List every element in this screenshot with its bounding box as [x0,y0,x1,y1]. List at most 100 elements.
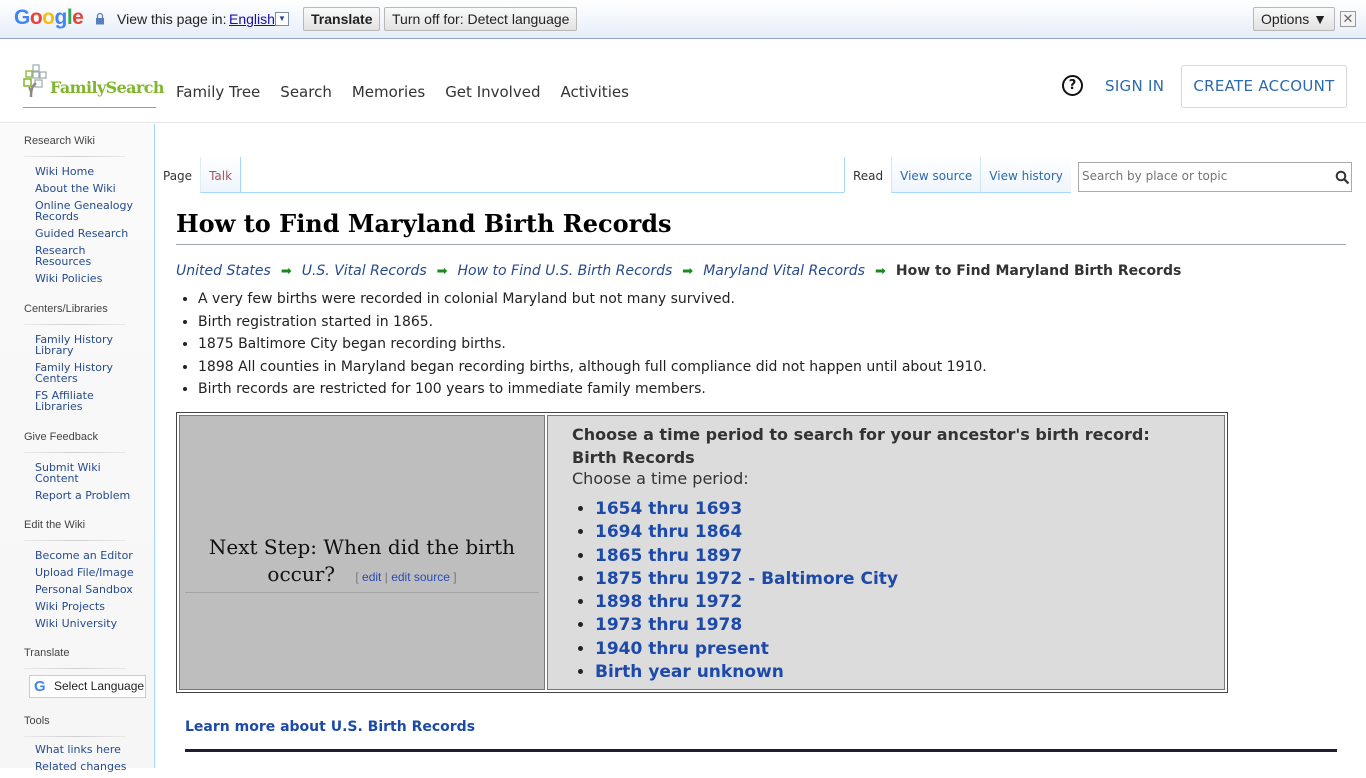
tab-view-history[interactable]: View history [980,157,1071,193]
tab-talk[interactable]: Talk [200,157,242,193]
sidebar-link[interactable]: Family History Centers [35,361,113,385]
familysearch-logo[interactable]: FamilySearch [23,62,165,108]
sidebar-link[interactable]: Wiki University [35,617,117,630]
sidebar-item[interactable]: Upload File/Image [35,567,145,578]
sidebar-item[interactable]: Family History Library [35,334,120,356]
learn-more-link[interactable]: Learn more about U.S. Birth Records [185,719,475,735]
sidebar-link[interactable]: What links here [35,743,121,756]
birth-records-heading: Birth Records [572,448,695,467]
nav-family-tree[interactable]: Family Tree [176,83,260,101]
logo-text: FamilySearch [50,78,165,97]
sidebar-item[interactable]: Online Genealogy Records [35,200,145,222]
turn-off-button[interactable]: Turn off for: Detect language [384,7,578,31]
list-item: 1875 thru 1972 - Baltimore City [595,568,898,591]
sidebar-link[interactable]: Related changes [35,760,127,773]
search-input[interactable] [1082,169,1322,183]
breadcrumb-link[interactable]: U.S. Vital Records [302,263,427,279]
sidebar-heading-centers: Centers/Libraries [24,303,108,315]
divider [185,749,1337,752]
period-link[interactable]: 1875 thru 1972 - Baltimore City [595,569,898,589]
tree-icon [23,64,47,98]
view-tabs: Read View source View history [844,157,1071,193]
tab-page[interactable]: Page [155,157,201,193]
period-link[interactable]: 1898 thru 1972 [595,592,742,612]
sidebar-item[interactable]: Become an Editor [35,550,145,561]
main-nav: Family Tree Search Memories Get Involved… [176,83,629,101]
time-period-cell: Choose a time period to search for your … [547,415,1225,690]
sidebar-link[interactable]: Personal Sandbox [35,583,133,596]
sidebar-item[interactable]: Wiki Home [35,166,145,177]
sidebar-link[interactable]: Wiki Policies [35,272,102,285]
list-item: 1654 thru 1693 [595,498,898,521]
arrow-right-icon: ➡ [280,263,292,279]
breadcrumb-current: How to Find Maryland Birth Records [895,263,1182,279]
sidebar-link[interactable]: Family History Library [35,333,113,357]
sidebar-link[interactable]: Research Resources [35,244,91,268]
list-item: 1898 All counties in Maryland began reco… [198,356,987,379]
sidebar-link[interactable]: Submit Wiki Content [35,461,101,485]
divider [24,540,126,541]
sidebar-link[interactable]: Online Genealogy Records [35,199,133,223]
select-language-dropdown[interactable]: G Select Language [29,675,146,698]
edit-section-links: [ edit | edit source ] [355,570,457,584]
sidebar-item[interactable]: Related changes [35,761,145,772]
help-icon[interactable]: ? [1062,75,1083,96]
sidebar-link[interactable]: Guided Research [35,227,128,240]
next-step-text: occur? [267,562,336,586]
next-step-heading: Next Step: When did the birth occur? [ e… [185,534,539,593]
breadcrumb-link[interactable]: How to Find U.S. Birth Records [458,263,673,279]
sidebar-item[interactable]: Family History Centers [35,362,120,384]
nav-search[interactable]: Search [280,83,332,101]
period-link[interactable]: 1865 thru 1897 [595,546,742,566]
nav-activities[interactable]: Activities [560,83,628,101]
sidebar-link[interactable]: Upload File/Image [35,566,134,579]
divider [24,668,126,669]
sidebar-link[interactable]: Wiki Projects [35,600,105,613]
search-icon[interactable] [1335,170,1350,185]
options-button[interactable]: Options ▼ [1253,7,1335,31]
sidebar-link[interactable]: About the Wiki [35,182,116,195]
sidebar-item[interactable]: Wiki Policies [35,273,145,284]
breadcrumb-link[interactable]: United States [176,263,271,279]
list-item: 1898 thru 1972 [595,591,898,614]
breadcrumb-link[interactable]: Maryland Vital Records [703,263,865,279]
sidebar-item[interactable]: Guided Research [35,228,145,239]
sidebar-item[interactable]: Wiki Projects [35,601,145,612]
tab-view-source[interactable]: View source [891,157,981,193]
sidebar-link[interactable]: Wiki Home [35,165,94,178]
sidebar-link[interactable]: FS Affiliate Libraries [35,389,94,413]
edit-source-link[interactable]: edit source [391,570,450,584]
period-link[interactable]: 1973 thru 1978 [595,615,742,635]
sidebar-item[interactable]: Submit Wiki Content [35,462,107,484]
create-account-button[interactable]: CREATE ACCOUNT [1181,65,1347,108]
sidebar-item[interactable]: Wiki University [35,618,145,629]
divider [24,736,126,737]
google-g-icon: G [34,678,46,695]
nav-memories[interactable]: Memories [352,83,425,101]
list-item: A very few births were recorded in colon… [198,288,987,311]
translate-button[interactable]: Translate [303,7,381,31]
language-link[interactable]: English [229,11,275,27]
nav-get-involved[interactable]: Get Involved [445,83,540,101]
sidebar-item[interactable]: What links here [35,744,145,755]
sidebar-item[interactable]: About the Wiki [35,183,145,194]
view-page-label: View this page in: [117,11,227,27]
sidebar-link[interactable]: Become an Editor [35,549,133,562]
language-dropdown-icon[interactable]: ▼ [275,12,289,26]
sidebar-item[interactable]: FS Affiliate Libraries [35,390,97,412]
period-link[interactable]: 1694 thru 1864 [595,522,742,542]
period-link[interactable]: Birth year unknown [595,662,784,682]
sidebar-item[interactable]: Report a Problem [35,490,145,501]
period-link[interactable]: 1654 thru 1693 [595,499,742,519]
close-icon[interactable]: ✕ [1340,11,1356,27]
sidebar-item[interactable]: Personal Sandbox [35,584,145,595]
tabbar-divider [238,192,844,193]
period-link[interactable]: 1940 thru present [595,639,769,659]
sidebar-item[interactable]: Research Resources [35,245,105,267]
edit-link[interactable]: edit [362,570,381,584]
tab-read[interactable]: Read [844,157,892,193]
sidebar-link[interactable]: Report a Problem [35,489,130,502]
choose-heading: Choose a time period to search for your … [572,423,1150,469]
arrow-right-icon: ➡ [874,263,886,279]
sign-in-link[interactable]: SIGN IN [1105,77,1164,95]
